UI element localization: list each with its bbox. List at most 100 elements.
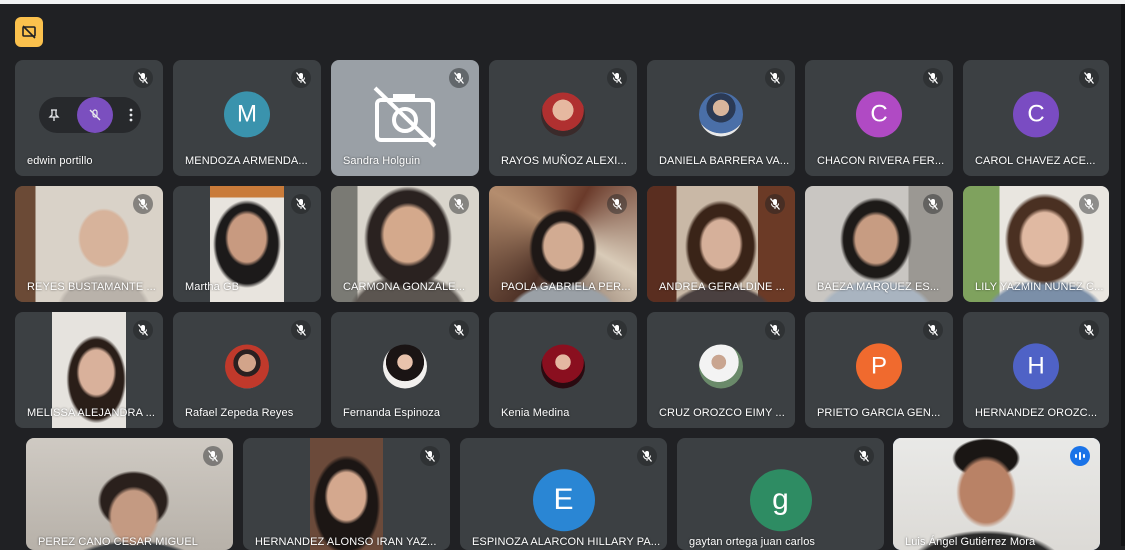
participant-tile[interactable]: g gaytan ortega juan carlos bbox=[677, 438, 884, 550]
mic-muted-icon bbox=[291, 194, 311, 214]
mic-muted-icon bbox=[420, 446, 440, 466]
mic-muted-icon bbox=[854, 446, 874, 466]
mic-muted-icon bbox=[607, 194, 627, 214]
participant-tile[interactable]: PEREZ CANO CESAR MIGUEL bbox=[26, 438, 233, 550]
participant-name: MELISSA ALEJANDRA ... bbox=[27, 407, 156, 419]
participant-name: CARMONA GONZALE... bbox=[343, 281, 466, 293]
participant-tile[interactable]: ANDREA GERALDINE ... bbox=[647, 186, 795, 302]
participant-tile[interactable]: BAEZA MARQUEZ ES... bbox=[805, 186, 953, 302]
participant-name: Luis Ángel Gutiérrez Mora bbox=[905, 536, 1036, 548]
tile-hover-controls bbox=[39, 97, 141, 133]
mic-muted-icon bbox=[923, 68, 943, 88]
mic-muted-icon bbox=[133, 68, 153, 88]
participant-tile[interactable]: HERNANDEZ ALONSO IRAN YAZ... bbox=[243, 438, 450, 550]
presentation-off-button[interactable] bbox=[15, 17, 43, 47]
participant-name: CAROL CHAVEZ ACE... bbox=[975, 155, 1096, 167]
avatar: E bbox=[532, 469, 595, 532]
window-right-edge bbox=[1121, 4, 1125, 546]
avatar: H bbox=[1013, 343, 1059, 390]
participant-tile[interactable]: Kenia Medina bbox=[489, 312, 637, 428]
participant-name: HERNANDEZ ALONSO IRAN YAZ... bbox=[255, 536, 437, 548]
profile-photo bbox=[541, 92, 585, 137]
mic-muted-icon bbox=[765, 68, 785, 88]
participant-tile[interactable]: Martha GB bbox=[173, 186, 321, 302]
participant-name: edwin portillo bbox=[27, 155, 93, 167]
person-figure bbox=[26, 438, 233, 550]
participant-tile[interactable]: M MENDOZA ARMENDA... bbox=[173, 60, 321, 176]
avatar: M bbox=[224, 91, 270, 138]
participant-name: Kenia Medina bbox=[501, 407, 570, 419]
mic-muted-icon bbox=[765, 194, 785, 214]
participant-tile[interactable]: Rafael Zepeda Reyes bbox=[173, 312, 321, 428]
mic-off-icon bbox=[89, 109, 101, 121]
profile-photo bbox=[541, 344, 585, 389]
camera-off-icon bbox=[373, 86, 437, 148]
participant-name: PAOLA GABRIELA PER... bbox=[501, 281, 631, 293]
mic-muted-icon bbox=[607, 68, 627, 88]
avatar: C bbox=[856, 91, 902, 138]
participant-name: PRIETO GARCIA GEN... bbox=[817, 407, 941, 419]
mic-muted-icon bbox=[133, 320, 153, 340]
participant-name: CRUZ OROZCO EIMY ... bbox=[659, 407, 785, 419]
participant-name: BAEZA MARQUEZ ES... bbox=[817, 281, 940, 293]
participant-tile[interactable]: LILY YAZMIN NUNEZ C... bbox=[963, 186, 1109, 302]
more-options-icon[interactable] bbox=[129, 108, 133, 122]
mic-muted-icon bbox=[923, 320, 943, 340]
participant-name: gaytan ortega juan carlos bbox=[689, 536, 816, 548]
mic-muted-icon bbox=[1079, 194, 1099, 214]
participant-name: ANDREA GERALDINE ... bbox=[659, 281, 786, 293]
participant-name: ESPINOZA ALARCON HILLARY PA... bbox=[472, 536, 661, 548]
participant-tile[interactable]: H HERNANDEZ OROZC... bbox=[963, 312, 1109, 428]
participant-name: MENDOZA ARMENDA... bbox=[185, 155, 308, 167]
mute-participant-button[interactable] bbox=[77, 97, 113, 133]
mic-muted-icon bbox=[449, 194, 469, 214]
participant-name: CHACON RIVERA FER... bbox=[817, 155, 945, 167]
mic-muted-icon bbox=[607, 320, 627, 340]
mic-muted-icon bbox=[291, 320, 311, 340]
avatar: g bbox=[749, 469, 812, 532]
participant-name: Fernanda Espinoza bbox=[343, 407, 441, 419]
participant-tile[interactable]: RAYOS MUÑOZ ALEXI... bbox=[489, 60, 637, 176]
mic-muted-icon bbox=[1079, 68, 1099, 88]
participant-tile[interactable]: P PRIETO GARCIA GEN... bbox=[805, 312, 953, 428]
screen-share-off-icon bbox=[22, 25, 36, 39]
mic-muted-icon bbox=[203, 446, 223, 466]
mic-muted-icon bbox=[291, 68, 311, 88]
participant-tile[interactable]: Sandra Holguin bbox=[331, 60, 479, 176]
participant-tile[interactable]: Fernanda Espinoza bbox=[331, 312, 479, 428]
participant-tile[interactable]: CRUZ OROZCO EIMY ... bbox=[647, 312, 795, 428]
participant-name: Sandra Holguin bbox=[343, 155, 421, 167]
participant-tile[interactable]: edwin portillo bbox=[15, 60, 163, 176]
participant-name: RAYOS MUÑOZ ALEXI... bbox=[501, 155, 627, 167]
profile-photo bbox=[699, 344, 743, 389]
participant-tile[interactable]: MELISSA ALEJANDRA ... bbox=[15, 312, 163, 428]
person-figure bbox=[243, 438, 450, 550]
mic-muted-icon bbox=[133, 194, 153, 214]
participant-tile-speaking[interactable]: Luis Ángel Gutiérrez Mora bbox=[893, 438, 1100, 550]
profile-photo bbox=[225, 344, 269, 389]
avatar: C bbox=[1013, 91, 1059, 138]
speaking-indicator-icon bbox=[1070, 446, 1090, 466]
participant-tile[interactable]: CARMONA GONZALE... bbox=[331, 186, 479, 302]
participant-name: REYES BUSTAMANTE ... bbox=[27, 281, 156, 293]
window-top-edge bbox=[0, 0, 1125, 4]
participant-tile[interactable]: DANIELA BARRERA VA... bbox=[647, 60, 795, 176]
participant-name: Rafael Zepeda Reyes bbox=[185, 407, 294, 419]
mic-muted-icon bbox=[449, 320, 469, 340]
mic-muted-icon bbox=[449, 68, 469, 88]
profile-photo bbox=[383, 344, 427, 389]
participant-tile[interactable]: E ESPINOZA ALARCON HILLARY PA... bbox=[460, 438, 667, 550]
participant-tile[interactable]: REYES BUSTAMANTE ... bbox=[15, 186, 163, 302]
participant-name: PEREZ CANO CESAR MIGUEL bbox=[38, 536, 198, 548]
mic-muted-icon bbox=[765, 320, 785, 340]
pin-icon[interactable] bbox=[47, 108, 61, 122]
participant-name: Martha GB bbox=[185, 281, 240, 293]
participant-name: DANIELA BARRERA VA... bbox=[659, 155, 790, 167]
mic-muted-icon bbox=[637, 446, 657, 466]
participant-tile[interactable]: C CHACON RIVERA FER... bbox=[805, 60, 953, 176]
profile-photo bbox=[699, 92, 743, 137]
participant-name: HERNANDEZ OROZC... bbox=[975, 407, 1098, 419]
participant-tile[interactable]: C CAROL CHAVEZ ACE... bbox=[963, 60, 1109, 176]
avatar: P bbox=[856, 343, 902, 390]
participant-tile[interactable]: PAOLA GABRIELA PER... bbox=[489, 186, 637, 302]
